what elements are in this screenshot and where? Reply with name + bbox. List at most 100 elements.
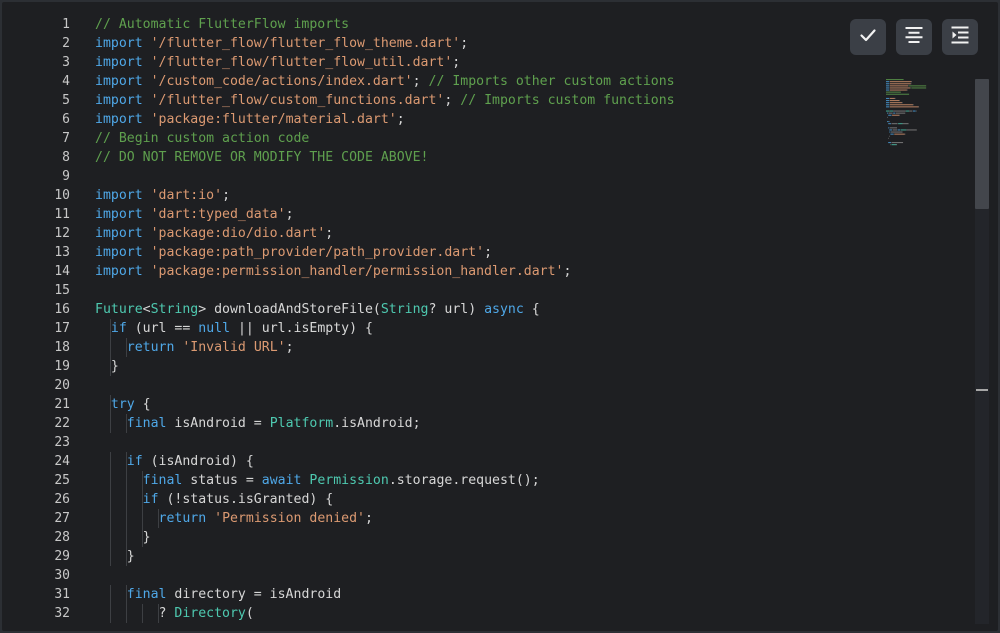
code-line[interactable]: 14 import 'package:permission_handler/per… [2, 262, 882, 281]
minimap-line [886, 100, 890, 102]
code-line[interactable]: 4 import '/custom_code/actions/index.dart… [2, 72, 882, 91]
minimap-line [891, 144, 897, 146]
code-text: import 'dart:typed_data'; [95, 205, 294, 224]
code-line[interactable]: 8 // DO NOT REMOVE OR MODIFY THE CODE ABO… [2, 148, 882, 167]
code-token: return [158, 511, 207, 526]
code-text: } [95, 528, 151, 547]
line-number: 29 [54, 549, 70, 564]
code-area[interactable]: 1 // Automatic FlutterFlow imports 2 import… [2, 15, 882, 623]
minimap-line [889, 121, 890, 123]
code-line[interactable]: 22 final isAndroid = Platform.isAndroid; [2, 414, 882, 433]
code-line[interactable]: 31 final directory = isAndroid [2, 585, 882, 604]
minimap-line [889, 104, 913, 106]
code-line[interactable]: 13 import 'package:path_provider/path_pro… [2, 243, 882, 262]
code-minimap[interactable] [884, 77, 976, 147]
minimap-line [901, 102, 903, 104]
align-center-icon [904, 25, 924, 49]
code-line[interactable]: 27 return 'Permission denied'; [2, 509, 882, 528]
minimap-line [888, 137, 889, 139]
check-button[interactable] [850, 19, 886, 55]
code-line[interactable]: 12 import 'package:dio/dio.dart'; [2, 224, 882, 243]
code-line[interactable]: 24 if (isAndroid) { [2, 452, 882, 471]
code-line[interactable]: 25 final status = await Permission.stora… [2, 471, 882, 490]
code-token: final [126, 587, 167, 602]
code-token: 'package:permission_handler/permission_h… [150, 264, 564, 279]
code-token: 'dart:typed_data' [150, 207, 286, 222]
format-code-button[interactable] [896, 19, 932, 55]
indent-button[interactable] [942, 19, 978, 55]
code-token: if [126, 454, 143, 469]
code-token: ; [484, 245, 493, 260]
code-line[interactable]: 19 } [2, 357, 882, 376]
code-token: ? url) [428, 302, 485, 317]
code-line[interactable]: 26 if (!status.isGranted) { [2, 490, 882, 509]
check-icon [858, 25, 878, 49]
line-number: 31 [54, 587, 70, 602]
code-line[interactable]: 20 [2, 376, 882, 395]
line-number: 5 [62, 93, 70, 108]
minimap-line [893, 110, 906, 112]
line-number: 1 [62, 17, 70, 32]
code-token: directory = isAndroid [166, 587, 342, 602]
minimap-line [886, 85, 890, 87]
minimap-line [912, 104, 914, 106]
code-line[interactable]: 2 import '/flutter_flow/flutter_flow_them… [2, 34, 882, 53]
code-line[interactable]: 10 import 'dart:io'; [2, 186, 882, 205]
code-token: 'package:dio/dio.dart' [150, 226, 326, 241]
code-token: String [380, 302, 429, 317]
code-token: ? [95, 606, 175, 621]
code-line[interactable]: 16 Future<String> downloadAndStoreFile(St… [2, 300, 882, 319]
minimap-line [886, 104, 890, 106]
minimap-line [886, 91, 901, 93]
code-token: try [110, 397, 135, 412]
minimap-line [889, 127, 897, 129]
code-token: // DO NOT REMOVE OR MODIFY THE CODE ABOV… [95, 150, 429, 165]
line-number: 23 [54, 435, 70, 450]
code-line[interactable]: 18 return 'Invalid URL'; [2, 338, 882, 357]
code-text: import '/flutter_flow/flutter_flow_theme… [95, 34, 468, 53]
code-line[interactable]: 21 try { [2, 395, 882, 414]
minimap-line [889, 85, 908, 87]
code-editor[interactable]: 1 // Automatic FlutterFlow imports 2 import… [2, 2, 998, 631]
code-token: { [134, 397, 151, 412]
code-line[interactable]: 32 ? Directory( [2, 604, 882, 623]
code-token: String [150, 302, 199, 317]
minimap-line [889, 102, 902, 104]
code-token: ; [364, 511, 373, 526]
code-line[interactable]: 11 import 'dart:typed_data'; [2, 205, 882, 224]
code-line[interactable]: 29 } [2, 547, 882, 566]
code-line[interactable]: 23 [2, 433, 882, 452]
line-number: 3 [62, 55, 70, 70]
code-line[interactable]: 17 if (url == null || url.isEmpty) { [2, 319, 882, 338]
code-line[interactable]: 28 } [2, 528, 882, 547]
code-token: ; [325, 226, 334, 241]
code-token: import [95, 188, 143, 203]
line-number: 22 [54, 416, 70, 431]
code-line[interactable]: 6 import 'package:flutter/material.dart'; [2, 110, 882, 129]
scrollbar-thumb[interactable] [975, 79, 989, 209]
code-line[interactable]: 7 // Begin custom action code [2, 129, 882, 148]
line-number: 24 [54, 454, 70, 469]
minimap-line [891, 123, 898, 125]
code-text: import '/flutter_flow/custom_functions.d… [95, 91, 675, 110]
minimap-line [889, 110, 894, 112]
minimap-line [889, 87, 911, 89]
code-line[interactable]: 1 // Automatic FlutterFlow imports [2, 15, 882, 34]
minimap-line [895, 112, 906, 114]
code-token: Platform [269, 416, 334, 431]
code-line[interactable]: 5 import '/flutter_flow/custom_functions.… [2, 91, 882, 110]
indent-icon [950, 25, 970, 49]
code-text: // DO NOT REMOVE OR MODIFY THE CODE ABOV… [95, 148, 428, 167]
code-line[interactable]: 30 [2, 566, 882, 585]
code-line[interactable]: 15 [2, 281, 882, 300]
code-line[interactable]: 3 import '/flutter_flow/flutter_flow_util… [2, 53, 882, 72]
code-token: Permission [309, 473, 389, 488]
code-token: 'package:flutter/material.dart' [150, 112, 397, 127]
code-token: if [142, 492, 159, 507]
minimap-line [886, 102, 890, 104]
code-line[interactable]: 9 [2, 167, 882, 186]
